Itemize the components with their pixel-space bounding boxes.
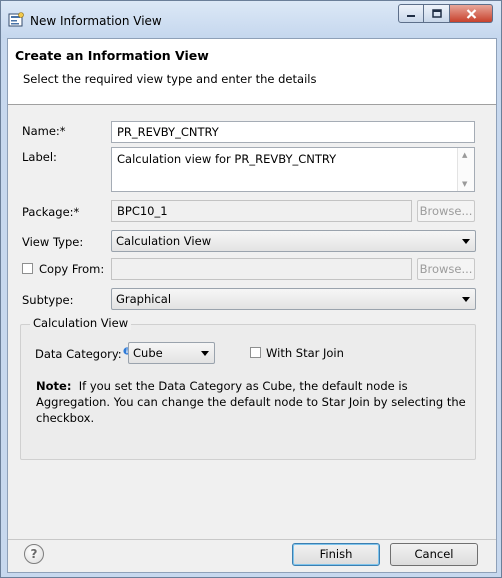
name-input[interactable]: PR_REVBY_CNTRY [111, 121, 475, 143]
scroll-down-icon[interactable]: ▼ [462, 180, 467, 188]
chevron-down-icon [462, 239, 470, 244]
subtype-label: Subtype: [22, 293, 74, 307]
view-type-value: Calculation View [116, 234, 212, 248]
package-input[interactable]: BPC10_1 [111, 200, 412, 222]
dialog-window: New Information View Create an Informati… [0, 0, 502, 578]
label-scrollbar[interactable]: ▲ ▼ [457, 148, 474, 191]
with-star-join-label: With Star Join [266, 346, 344, 360]
data-category-value: Cube [133, 346, 163, 360]
window-title: New Information View [30, 14, 162, 28]
note-text: Note: If you set the Data Category as Cu… [36, 378, 472, 426]
copy-from-checkbox[interactable] [22, 263, 33, 274]
page-title: Create an Information View [15, 48, 209, 63]
cancel-button[interactable]: Cancel [390, 543, 478, 566]
subtype-select[interactable]: Graphical [111, 288, 476, 310]
note-body: If you set the Data Category as Cube, th… [36, 379, 466, 425]
copy-from-input[interactable] [111, 258, 412, 280]
data-category-select[interactable]: Cube [128, 342, 215, 364]
name-label: Name:* [22, 124, 66, 138]
view-type-label: View Type: [22, 235, 84, 249]
dialog-content: Create an Information View Select the re… [7, 38, 497, 573]
copy-from-browse-button[interactable]: Browse... [417, 258, 475, 280]
package-value: BPC10_1 [117, 204, 168, 218]
wizard-header: Create an Information View Select the re… [8, 39, 496, 105]
data-category-label: Data Category: [35, 347, 131, 361]
scroll-up-icon[interactable]: ▲ [462, 151, 467, 159]
finish-button[interactable]: Finish [292, 543, 380, 566]
subtype-value: Graphical [116, 292, 172, 306]
window-controls [398, 4, 493, 24]
footer-separator [8, 539, 496, 540]
maximize-button[interactable] [424, 4, 450, 23]
calculation-view-legend: Calculation View [30, 316, 132, 330]
chevron-down-icon [462, 297, 470, 302]
minimize-button[interactable] [398, 4, 424, 23]
close-button[interactable] [450, 4, 493, 23]
package-label: Package:* [22, 205, 80, 219]
label-value: Calculation view for PR_REVBY_CNTRY [117, 152, 337, 166]
label-textarea[interactable]: Calculation view for PR_REVBY_CNTRY ▲ ▼ [111, 147, 475, 192]
help-icon[interactable]: ? [24, 544, 44, 564]
package-browse-button[interactable]: Browse... [417, 200, 475, 222]
minimize-icon [407, 14, 415, 17]
chevron-down-icon [201, 351, 209, 356]
with-star-join-checkbox[interactable] [250, 347, 261, 358]
page-subtitle: Select the required view type and enter … [23, 72, 317, 86]
label-label: Label: [22, 150, 57, 164]
view-type-select[interactable]: Calculation View [111, 230, 476, 252]
maximize-icon [431, 9, 442, 18]
close-icon [466, 8, 476, 19]
note-label: Note: [36, 379, 72, 393]
copy-from-label: Copy From: [39, 262, 105, 276]
app-icon [8, 12, 24, 27]
name-value: PR_REVBY_CNTRY [117, 125, 219, 139]
title-bar[interactable]: New Information View [1, 1, 501, 38]
